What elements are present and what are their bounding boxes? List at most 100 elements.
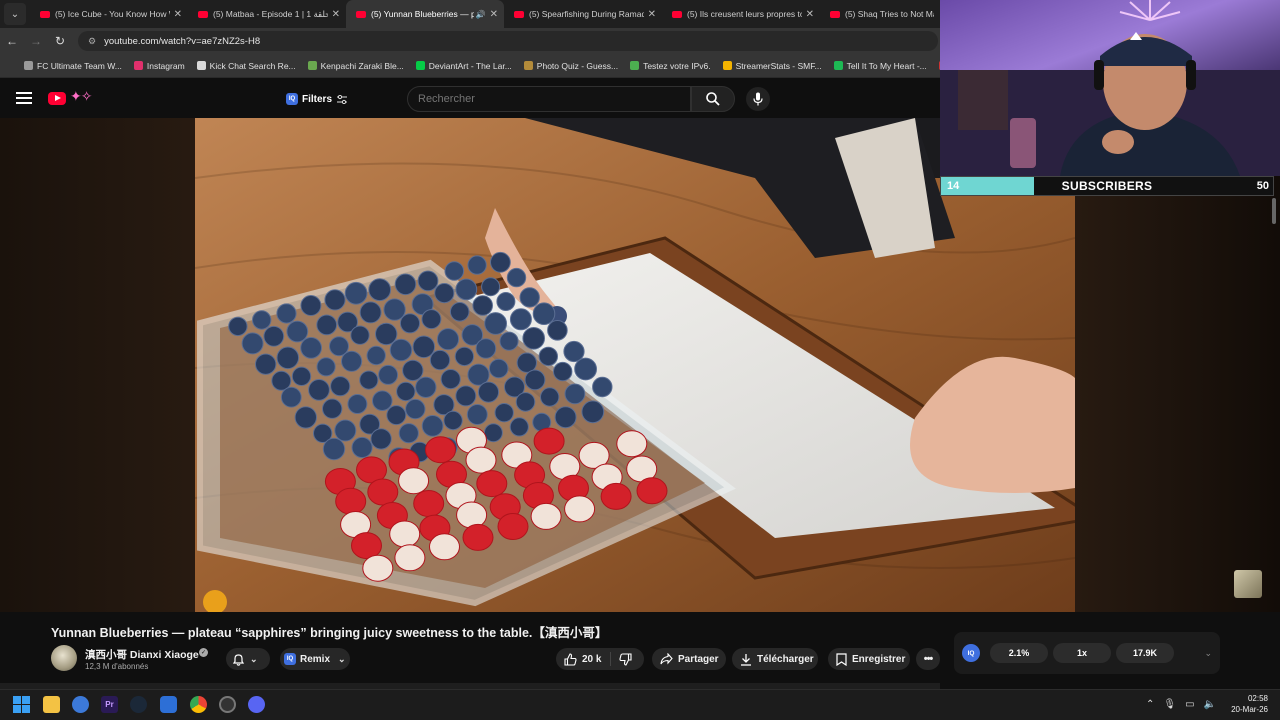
address-bar[interactable]: ⚙ youtube.com/watch?v=ae7zNZ2s-H8 [78, 31, 938, 51]
clock-time[interactable]: 02:58 [1238, 694, 1268, 703]
browser-tab[interactable]: (5) Ils creusent leurs propres to ✕ [662, 0, 820, 28]
file-explorer-icon[interactable] [43, 696, 60, 713]
chevron-up-icon[interactable]: ⌃ [1146, 699, 1154, 710]
share-button[interactable]: Partager [652, 648, 726, 670]
blueberry [294, 406, 318, 429]
notifications-bell-button[interactable]: ⌄ [226, 648, 270, 670]
blueberry [488, 358, 509, 379]
blueberry [351, 436, 373, 459]
tab-search-button[interactable]: ⌄ [4, 3, 26, 25]
steam-icon[interactable] [130, 696, 147, 713]
blueberry [522, 327, 546, 350]
blueberry [300, 295, 322, 316]
windows-start-icon[interactable] [13, 696, 30, 713]
outlook-icon[interactable] [72, 696, 89, 713]
youtube-favicon-icon [830, 10, 840, 18]
blueberry [276, 303, 297, 324]
youtube-logo[interactable] [48, 92, 66, 105]
more-actions-button[interactable]: ••• [916, 648, 940, 670]
youtube-favicon-icon [198, 10, 208, 18]
blueberry [436, 328, 460, 351]
blueberry [484, 312, 508, 335]
blueberry [254, 353, 277, 375]
network-icon[interactable]: ▭ [1185, 699, 1194, 710]
filters-button[interactable]: IQ Filters [286, 88, 354, 110]
blue-app-icon[interactable] [160, 696, 177, 713]
strawberry [462, 523, 494, 551]
chevron-down-icon[interactable]: ⌄ [1204, 648, 1212, 659]
strawberry [398, 467, 430, 495]
browser-tab[interactable]: (5) Ice Cube - You Know How W ✕ [30, 0, 188, 28]
bookmark-item[interactable]: Kenpachi Zaraki Ble... [302, 61, 410, 71]
strawberry [335, 487, 367, 515]
strawberry [476, 470, 508, 498]
close-tab-icon[interactable]: ✕ [648, 9, 656, 20]
bookmark-item[interactable]: Photo Quiz - Guess... [518, 61, 624, 71]
dislike-button[interactable] [610, 652, 637, 666]
menu-icon[interactable] [16, 92, 32, 104]
save-button[interactable]: Enregistrer [828, 648, 910, 670]
blueberry [434, 283, 455, 304]
remix-button[interactable]: IQ Remix ⌄ [280, 648, 350, 670]
premiere-pro-icon[interactable]: Pr [101, 696, 118, 713]
blueberry [276, 346, 300, 370]
miniplayer-thumbnail[interactable] [1234, 570, 1262, 598]
download-button[interactable]: Télécharger [732, 648, 818, 670]
strawberry [425, 436, 456, 464]
bookmark-item[interactable]: Tell It To My Heart -... [828, 61, 933, 71]
browser-tab[interactable]: (5) Shaq Tries to Not Make a [820, 0, 940, 28]
browser-tab-active[interactable]: (5) Yunnan Blueberries — p 🔊 ✕ [346, 0, 504, 28]
obs-icon[interactable] [219, 696, 236, 713]
discord-icon[interactable] [248, 696, 265, 713]
close-tab-icon[interactable]: ✕ [174, 9, 182, 20]
blueberry [574, 357, 598, 381]
speaker-icon[interactable]: 🔊 [476, 10, 486, 19]
close-tab-icon[interactable]: ✕ [806, 9, 814, 20]
download-label: Télécharger [757, 653, 814, 665]
iq-logo[interactable]: IQ [962, 644, 980, 662]
close-tab-icon[interactable]: ✕ [490, 9, 498, 20]
voice-search-button[interactable] [746, 87, 770, 111]
microphone-tray-icon[interactable]: 🎙 [1163, 699, 1176, 710]
subscriber-goal-bar: 14 SUBSCRIBERS 50 [940, 176, 1274, 196]
like-button[interactable]: 20 k [556, 652, 610, 666]
close-tab-icon[interactable]: ✕ [332, 9, 340, 20]
blueberry [398, 423, 419, 444]
volume-icon[interactable]: 🔈 [1204, 699, 1216, 710]
bookmark-item[interactable]: DeviantArt - The Lar... [410, 61, 518, 71]
blueberry [466, 404, 488, 425]
blueberry [415, 376, 437, 398]
browser-tab[interactable]: (5) Spearfishing During Ramad ✕ [504, 0, 662, 28]
blueberry [540, 387, 560, 407]
filters-label: Filters [302, 93, 333, 105]
bookmark-item[interactable]: FC Ultimate Team W... [18, 61, 128, 71]
browser-tab[interactable]: (5) Matbaa - Episode 1 | 1 حلقة ✕ [188, 0, 346, 28]
forward-arrow-icon[interactable]: → [24, 34, 48, 48]
blueberry [429, 349, 451, 371]
blueberry [547, 320, 568, 341]
bookmark-item[interactable]: StreamerStats - SMF... [717, 61, 828, 71]
search-input[interactable] [407, 86, 691, 112]
blueberry [467, 255, 487, 275]
channel-name[interactable]: 滇西小哥 Dianxi Xiaoge [85, 647, 199, 662]
apps-grid-icon[interactable] [8, 60, 10, 72]
channel-avatar[interactable] [51, 645, 77, 671]
clock-date[interactable]: 20-Mar-26 [1222, 705, 1268, 714]
page-scrollbar[interactable] [1272, 198, 1276, 224]
tab-title: (5) Matbaa - Episode 1 | 1 حلقة [213, 8, 328, 19]
blueberry [316, 357, 336, 377]
reload-icon[interactable]: ↻ [48, 34, 72, 48]
bookmark-item[interactable]: Kick Chat Search Re... [191, 61, 302, 71]
chrome-icon[interactable] [190, 696, 207, 713]
bookmark-label: StreamerStats - SMF... [735, 60, 822, 71]
blueberry [228, 316, 248, 337]
search-icon [706, 92, 720, 106]
search-button[interactable] [691, 86, 735, 112]
bookmarks-bar: FC Ultimate Team W... Instagram Kick Chat … [0, 54, 974, 78]
bookmark-item[interactable]: Instagram [128, 61, 191, 71]
bookmark-item[interactable]: Testez votre IPv6. [624, 61, 717, 71]
video-title: Yunnan Blueberries — plateau “sapphires”… [51, 626, 608, 640]
site-info-icon[interactable]: ⚙ [88, 36, 96, 47]
back-arrow-icon[interactable]: ← [0, 34, 24, 48]
blueberry [509, 308, 532, 331]
